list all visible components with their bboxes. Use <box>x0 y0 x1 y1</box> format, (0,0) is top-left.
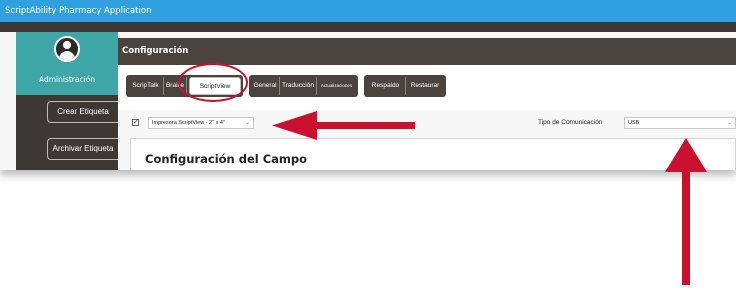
arrow-up-to-communication-select <box>665 138 707 285</box>
arrow-left-to-printer-select <box>272 111 415 140</box>
annotation-arrows <box>272 111 707 285</box>
